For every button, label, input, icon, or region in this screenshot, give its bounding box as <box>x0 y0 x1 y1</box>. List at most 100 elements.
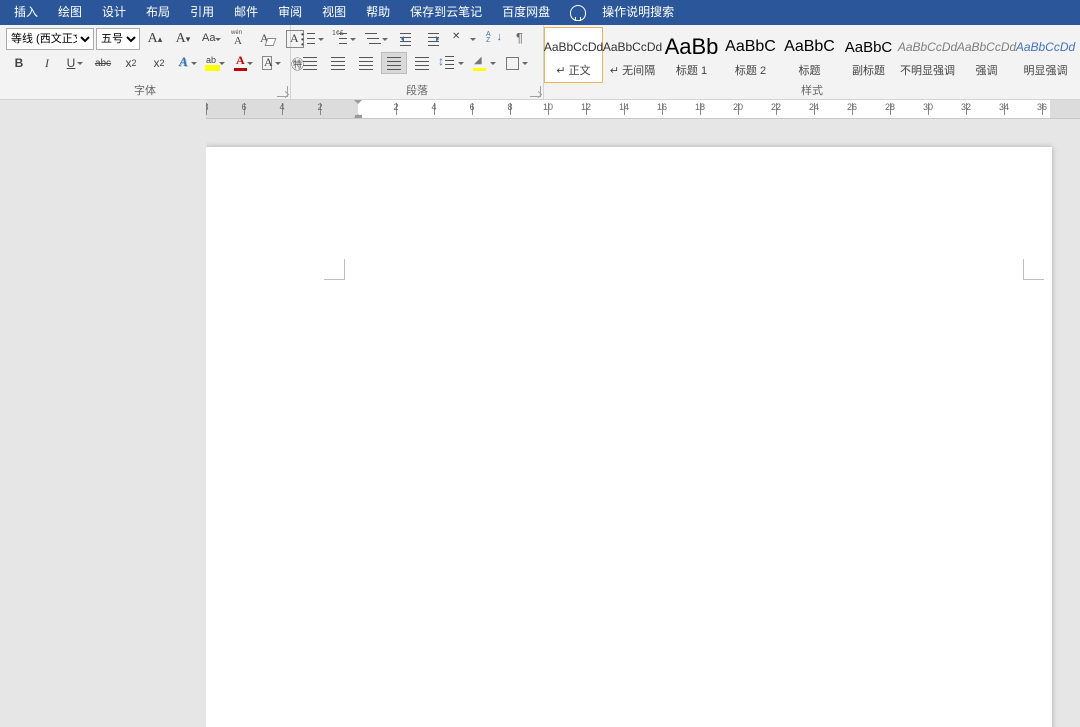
phonetic-guide-button[interactable] <box>226 28 252 50</box>
sort-button[interactable] <box>481 28 507 50</box>
shading-button[interactable] <box>469 52 499 74</box>
align-center-button[interactable] <box>325 52 351 74</box>
page-scroll[interactable] <box>206 119 1080 727</box>
ruler-tick: 2 <box>393 102 398 112</box>
tell-me-search[interactable]: 操作说明搜索 <box>592 0 684 25</box>
font-color-button[interactable] <box>230 52 256 74</box>
style-swatch-2[interactable]: AaBb标题 1 <box>662 27 721 83</box>
menu-design[interactable]: 设计 <box>92 0 136 25</box>
increase-indent-button[interactable] <box>421 28 447 50</box>
underline-button[interactable]: U <box>62 52 88 74</box>
ruler-tick: 10 <box>543 102 553 112</box>
style-gallery: AaBbCcDd↵ 正文AaBbCcDd↵ 无间隔AaBb标题 1AaBbC标题… <box>544 27 1080 83</box>
menu-save-cloud[interactable]: 保存到云笔记 <box>400 0 492 25</box>
style-name: 明显强调 <box>1024 62 1068 78</box>
style-swatch-1[interactable]: AaBbCcDd↵ 无间隔 <box>603 27 662 83</box>
style-name: 标题 1 <box>676 62 707 78</box>
menu-mailings[interactable]: 邮件 <box>224 0 268 25</box>
workspace: 8642246810121416182022242628303234363840 <box>0 100 1080 727</box>
bullets-button[interactable] <box>297 28 327 50</box>
style-preview: AaBbCcDd <box>545 32 602 62</box>
line-spacing-button[interactable] <box>437 52 467 74</box>
font-name-combo[interactable]: 等线 (西文正文) <box>6 28 94 50</box>
borders-button[interactable] <box>501 52 531 74</box>
shrink-font-button[interactable]: A▾ <box>170 28 196 50</box>
left-gutter <box>0 100 206 727</box>
group-paragraph: ✕ 段落 <box>291 25 544 99</box>
style-name: ↵ 无间隔 <box>610 62 655 78</box>
align-right-button[interactable] <box>353 52 379 74</box>
menu-baidu[interactable]: 百度网盘 <box>492 0 560 25</box>
style-name: 强调 <box>976 62 998 78</box>
highlight-button[interactable] <box>202 52 228 74</box>
change-case-button[interactable] <box>198 28 224 50</box>
align-justify-button[interactable] <box>381 52 407 74</box>
horizontal-ruler[interactable]: 8642246810121416182022242628303234363840 <box>206 100 1080 119</box>
text-effects-button[interactable] <box>174 52 200 74</box>
ribbon: 等线 (西文正文) 五号 A▴ A▾ B I U abc x2 x2 <box>0 25 1080 100</box>
menu-insert[interactable]: 插入 <box>4 0 48 25</box>
ruler-tick: 6 <box>469 102 474 112</box>
ruler-tick: 20 <box>733 102 743 112</box>
ruler-indent-top[interactable] <box>354 100 362 108</box>
font-size-combo[interactable]: 五号 <box>96 28 140 50</box>
style-preview: AaBb <box>663 32 720 62</box>
numbering-button[interactable] <box>329 28 359 50</box>
ruler-tick: 2 <box>317 102 322 112</box>
asian-layout-button[interactable]: ✕ <box>449 28 479 50</box>
style-preview: AaBbCcDd <box>899 32 956 62</box>
style-preview: AaBbC <box>840 32 897 62</box>
style-swatch-0[interactable]: AaBbCcDd↵ 正文 <box>544 27 603 83</box>
paragraph-group-launcher[interactable] <box>530 86 541 97</box>
ruler-tick: 4 <box>431 102 436 112</box>
ruler-tick: 26 <box>847 102 857 112</box>
style-preview: AaBbCcDd <box>604 32 661 62</box>
ruler-tick: 36 <box>1037 102 1047 112</box>
menu-review[interactable]: 审阅 <box>268 0 312 25</box>
char-shading-button[interactable] <box>258 52 284 74</box>
margin-corner-tl <box>324 259 345 280</box>
menu-layout[interactable]: 布局 <box>136 0 180 25</box>
style-swatch-5[interactable]: AaBbC副标题 <box>839 27 898 83</box>
ruler-tick: 22 <box>771 102 781 112</box>
superscript-button[interactable]: x2 <box>146 52 172 74</box>
menu-view[interactable]: 视图 <box>312 0 356 25</box>
style-preview: AaBbCcDd <box>1017 32 1074 62</box>
style-preview: AaBbCcDd <box>958 32 1015 62</box>
ruler-indent-box[interactable] <box>355 115 362 119</box>
ruler-tick: 8 <box>206 102 209 112</box>
style-name: 标题 <box>799 62 821 78</box>
grow-font-button[interactable]: A▴ <box>142 28 168 50</box>
group-font: 等线 (西文正文) 五号 A▴ A▾ B I U abc x2 x2 <box>0 25 291 99</box>
style-name: 副标题 <box>852 62 885 78</box>
strikethrough-button[interactable]: abc <box>90 52 116 74</box>
menu-bar: 插入 绘图 设计 布局 引用 邮件 审阅 视图 帮助 保存到云笔记 百度网盘 操… <box>0 0 1080 25</box>
style-swatch-4[interactable]: AaBbC标题 <box>780 27 839 83</box>
align-distributed-button[interactable] <box>409 52 435 74</box>
style-swatch-6[interactable]: AaBbCcDd不明显强调 <box>898 27 957 83</box>
font-group-launcher[interactable] <box>277 86 288 97</box>
style-swatch-7[interactable]: AaBbCcDd强调 <box>957 27 1016 83</box>
clear-formatting-button[interactable] <box>254 28 280 50</box>
margin-corner-tr <box>1023 259 1044 280</box>
style-swatch-8[interactable]: AaBbCcDd明显强调 <box>1016 27 1075 83</box>
style-name: 标题 2 <box>735 62 766 78</box>
page-1[interactable] <box>206 147 1052 727</box>
decrease-indent-button[interactable] <box>393 28 419 50</box>
bold-button[interactable]: B <box>6 52 32 74</box>
style-name: ↵ 正文 <box>556 62 590 78</box>
menu-references[interactable]: 引用 <box>180 0 224 25</box>
show-marks-button[interactable] <box>509 28 535 50</box>
app-root: 插入 绘图 设计 布局 引用 邮件 审阅 视图 帮助 保存到云笔记 百度网盘 操… <box>0 0 1080 727</box>
group-styles: AaBbCcDd↵ 正文AaBbCcDd↵ 无间隔AaBb标题 1AaBbC标题… <box>544 25 1080 99</box>
menu-help[interactable]: 帮助 <box>356 0 400 25</box>
ruler-tick: 28 <box>885 102 895 112</box>
style-group-label: 样式 <box>544 82 1080 98</box>
style-swatch-3[interactable]: AaBbC标题 2 <box>721 27 780 83</box>
subscript-button[interactable]: x2 <box>118 52 144 74</box>
align-left-button[interactable] <box>297 52 323 74</box>
multilevel-list-button[interactable] <box>361 28 391 50</box>
menu-draw[interactable]: 绘图 <box>48 0 92 25</box>
italic-button[interactable]: I <box>34 52 60 74</box>
style-preview: AaBbC <box>781 32 838 62</box>
